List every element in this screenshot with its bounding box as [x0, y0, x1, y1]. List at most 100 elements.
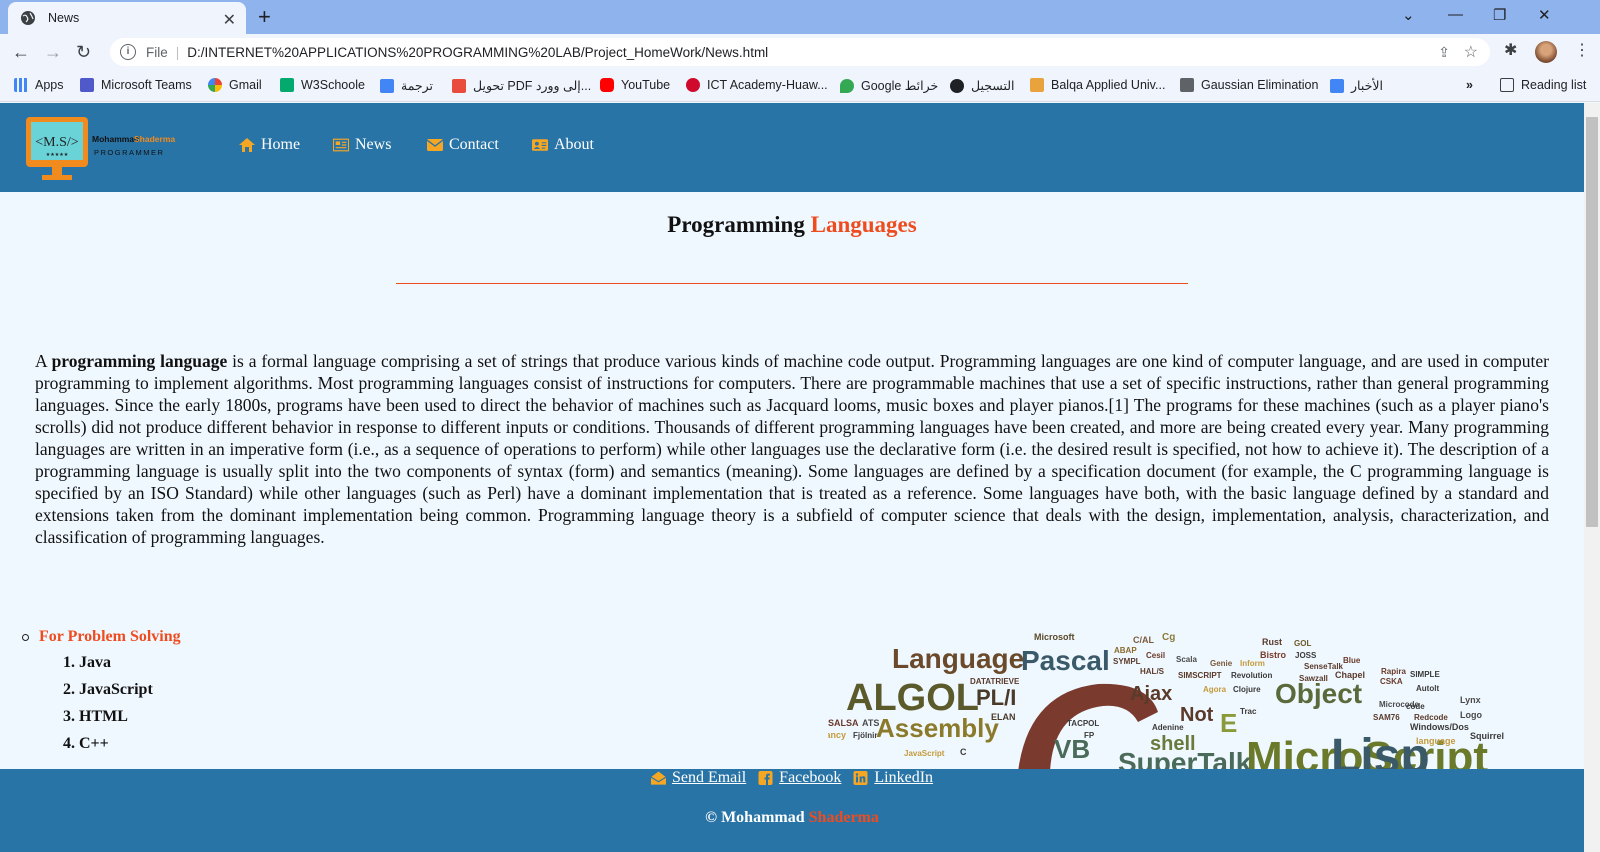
math-icon: [1180, 78, 1194, 92]
profile-avatar[interactable]: [1535, 41, 1557, 63]
new-tab-button[interactable]: +: [258, 4, 271, 30]
svg-text:TACPOL: TACPOL: [1067, 719, 1099, 728]
svg-text:DATATRIEVE: DATATRIEVE: [970, 677, 1020, 686]
nav-news[interactable]: News: [333, 136, 391, 154]
id-card-icon: [532, 139, 548, 151]
svg-text:SAM76: SAM76: [1373, 713, 1400, 722]
svg-text:Revolution: Revolution: [1231, 671, 1272, 680]
newspaper-icon: [333, 138, 349, 152]
bookmark-registration[interactable]: التسجيل: [950, 78, 1015, 93]
send-email-link[interactable]: Send Email: [650, 769, 746, 787]
close-window-button[interactable]: ✕: [1538, 6, 1551, 24]
svg-text:Lynx: Lynx: [1460, 695, 1481, 705]
bookmark-translate[interactable]: ترجمة: [380, 78, 433, 93]
svg-text:Genie: Genie: [1210, 659, 1233, 668]
svg-text:C: C: [960, 747, 967, 757]
page-title: Programming Languages: [667, 212, 917, 237]
translate-icon: [380, 78, 394, 93]
bookmark-youtube[interactable]: YouTube: [600, 78, 670, 92]
url-text[interactable]: D:/INTERNET%20APPLICATIONS%20PROGRAMMING…: [187, 45, 768, 60]
svg-text:Assembly: Assembly: [876, 713, 999, 743]
close-tab-icon[interactable]: ✕: [223, 10, 236, 30]
svg-text:Squirrel: Squirrel: [1470, 731, 1504, 741]
address-bar[interactable]: i File | D:/INTERNET%20APPLICATIONS%20PR…: [110, 38, 1490, 66]
svg-text:C/AL: C/AL: [1133, 635, 1154, 645]
reading-list-button[interactable]: Reading list: [1500, 78, 1586, 92]
browser-tab[interactable]: News ✕: [8, 2, 246, 34]
svg-text:Windows/Dos: Windows/Dos: [1410, 722, 1469, 732]
globe-icon: [21, 11, 35, 25]
bookmark-balqa[interactable]: Balqa Applied Univ...: [1030, 78, 1165, 92]
bookmarks-bar: Apps Microsoft Teams Gmail W3Schoole ترج…: [0, 70, 1600, 102]
tab-search-icon[interactable]: ⌄: [1402, 6, 1415, 24]
language-list: 1. Java 2. JavaScript 3. HTML 4. C++: [63, 654, 153, 762]
page-scrollbar[interactable]: [1584, 103, 1600, 852]
svg-text:Fjölnir: Fjölnir: [853, 731, 877, 740]
minimize-button[interactable]: —: [1448, 6, 1463, 23]
svg-text:Autolt: Autolt: [1416, 684, 1439, 693]
bookmark-w3schools[interactable]: W3Schoole: [280, 78, 365, 92]
svg-text:language: language: [1416, 736, 1456, 746]
more-bookmarks-chevron-icon[interactable]: »: [1466, 78, 1473, 92]
nav-about[interactable]: About: [532, 136, 594, 154]
share-icon[interactable]: ⇪: [1438, 44, 1450, 61]
svg-text:Blue: Blue: [1343, 656, 1361, 665]
menu-dots-icon[interactable]: ⋮: [1574, 40, 1590, 60]
svg-text:Pascal: Pascal: [1021, 645, 1110, 676]
reload-icon[interactable]: ↻: [76, 42, 91, 63]
linkedin-link[interactable]: LinkedIn: [853, 769, 933, 787]
svg-text:Clojure: Clojure: [1233, 685, 1261, 694]
bookmark-apps[interactable]: Apps: [14, 78, 64, 92]
footer-links: Send Email Facebook LinkedIn: [0, 769, 1584, 787]
google-news-icon: [1330, 78, 1344, 93]
youtube-icon: [600, 78, 614, 92]
nav-home[interactable]: Home: [239, 136, 300, 154]
list-item: 4. C++: [63, 735, 109, 752]
globe-icon: [950, 78, 964, 93]
bookmark-huawei[interactable]: ICT Academy-Huaw...: [686, 78, 828, 92]
term-bold: programming language: [51, 351, 228, 371]
facebook-icon: [758, 771, 773, 785]
svg-text:Cesil: Cesil: [1146, 651, 1165, 660]
svg-text:GOL: GOL: [1294, 639, 1311, 648]
svg-text:Scala: Scala: [1176, 655, 1197, 664]
svg-text:Ajax: Ajax: [1130, 683, 1172, 705]
svg-text:SIMSCRIPT: SIMSCRIPT: [1178, 671, 1222, 680]
forward-arrow-icon[interactable]: →: [44, 42, 62, 63]
svg-text:Language: Language: [892, 643, 1024, 674]
site-logo[interactable]: <M.S/> ★★★★★ Mohammad Shaderma PROGRAMME…: [26, 117, 176, 187]
svg-text:SYMPL: SYMPL: [1113, 657, 1141, 666]
map-pin-icon: [840, 78, 854, 93]
bookmark-pdf-convert[interactable]: تحويل PDF إلى وورد...: [452, 78, 591, 93]
intro-paragraph: A programming language is a formal langu…: [35, 351, 1549, 547]
facebook-link[interactable]: Facebook: [758, 769, 841, 787]
envelope-open-icon: [650, 771, 666, 785]
svg-text:Object: Object: [1275, 678, 1362, 709]
nav-contact[interactable]: Contact: [427, 136, 499, 154]
svg-text:E: E: [1220, 708, 1237, 738]
main-content: Programming Languages A programming lang…: [0, 192, 1584, 769]
svg-text:Cg: Cg: [1162, 632, 1175, 643]
svg-text:HAL/S: HAL/S: [1140, 667, 1165, 676]
site-header: <M.S/> ★★★★★ Mohammad Shaderma PROGRAMME…: [0, 103, 1584, 192]
reading-list-icon: [1500, 78, 1514, 92]
bookmark-star-icon[interactable]: ☆: [1464, 42, 1478, 62]
extensions-puzzle-icon[interactable]: ✱: [1504, 40, 1517, 60]
bookmark-gaussian[interactable]: Gaussian Elimination: [1180, 78, 1318, 92]
svg-text:JOSS: JOSS: [1295, 651, 1317, 660]
restore-button[interactable]: ❐: [1493, 6, 1506, 24]
title-divider: [396, 283, 1188, 284]
svg-text:Mohammad: Mohammad: [92, 134, 139, 144]
scrollbar-thumb[interactable]: [1586, 117, 1598, 527]
envelope-icon: [427, 139, 443, 151]
bookmark-google-maps[interactable]: Google خرائط: [840, 78, 938, 93]
bookmark-teams[interactable]: Microsoft Teams: [80, 78, 192, 92]
bookmark-news[interactable]: الأخبار: [1330, 78, 1383, 93]
back-arrow-icon[interactable]: ←: [12, 42, 30, 63]
info-icon[interactable]: i: [120, 44, 136, 60]
site-footer: Send Email Facebook LinkedIn © Mohammad …: [0, 769, 1584, 852]
svg-text:SuperTalk: SuperTalk: [1118, 747, 1252, 769]
bookmark-gmail[interactable]: Gmail: [208, 78, 262, 92]
svg-text:JavaScript: JavaScript: [904, 749, 945, 758]
svg-text:Logo: Logo: [1460, 710, 1482, 720]
